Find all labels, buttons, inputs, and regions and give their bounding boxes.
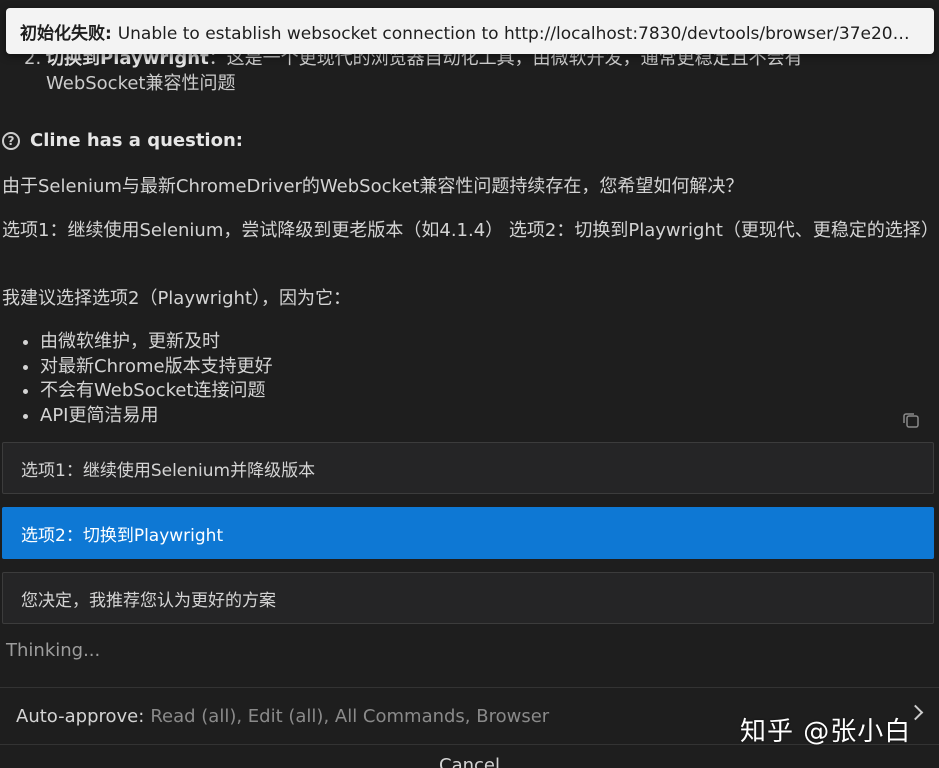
cancel-button[interactable]: Cancel [0, 745, 939, 768]
list-item-continuation: WebSocket兼容性问题 [46, 73, 236, 94]
reasons-list: 由微软维护，更新及时 对最新Chrome版本支持更好 不会有WebSocket连… [18, 330, 273, 428]
list-item: 由微软维护，更新及时 [40, 330, 273, 355]
error-message: Unable to establish websocket connection… [117, 23, 920, 44]
auto-approve-label: Auto-approve: [16, 705, 145, 727]
list-item: 不会有WebSocket连接问题 [40, 379, 273, 404]
error-toast[interactable]: 初始化失败: Unable to establish websocket con… [6, 8, 934, 54]
auto-approve-values: Read (all), Edit (all), All Commands, Br… [150, 705, 550, 727]
option-button-3[interactable]: 您决定，我推荐您认为更好的方案 [2, 572, 934, 624]
question-text: 由于Selenium与最新ChromeDriver的WebSocket兼容性问题… [2, 176, 744, 197]
recommendation-text: 我建议选择选项2（Playwright），因为它： [2, 288, 352, 309]
question-title: Cline has a question: [30, 130, 243, 151]
question-header: ? Cline has a question: [2, 130, 243, 151]
option-button-2[interactable]: 选项2：切换到Playwright [2, 507, 934, 559]
options-summary-text: 选项1：继续使用Selenium，尝试降级到更老版本（如4.1.4） 选项2：切… [2, 220, 939, 241]
cline-chat-panel: 2. 切换到Playwright：这是一个更现代的浏览器自动化工具，由微软开发，通… [0, 0, 939, 768]
list-item: 对最新Chrome版本支持更好 [40, 355, 273, 380]
list-item: API更简洁易用 [40, 404, 273, 429]
option-button-1[interactable]: 选项1：继续使用Selenium并降级版本 [2, 442, 934, 494]
question-icon: ? [2, 131, 20, 150]
thinking-status: Thinking... [6, 640, 101, 661]
watermark: 知乎 @张小白 [740, 717, 912, 747]
error-prefix: 初始化失败: [20, 23, 118, 44]
copy-icon[interactable] [902, 411, 920, 429]
